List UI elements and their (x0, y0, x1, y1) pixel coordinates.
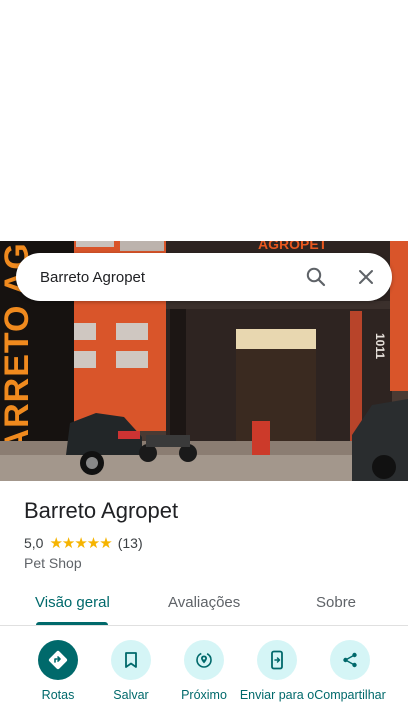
tab-about[interactable]: Sobre (316, 594, 356, 611)
blank-map-area (0, 0, 408, 241)
search-input[interactable]: Barreto Agropet (40, 269, 392, 286)
place-tabs: Visão geral Avaliações Sobre (0, 585, 408, 626)
tab-reviews[interactable]: Avaliações (168, 594, 240, 611)
search-bar[interactable]: Barreto Agropet (16, 253, 392, 301)
place-category: Pet Shop (24, 555, 82, 571)
share-button[interactable]: Compartilhar (310, 640, 390, 703)
nearby-icon (184, 640, 224, 680)
save-label: Salvar (113, 688, 149, 702)
nearby-button[interactable]: Próximo (164, 640, 244, 703)
send-to-phone-label: Enviar para o (239, 688, 315, 702)
save-button[interactable]: Salvar (91, 640, 171, 703)
send-to-phone-icon (257, 640, 297, 680)
directions-icon (38, 640, 78, 680)
place-title: Barreto Agropet (24, 498, 179, 523)
active-tab-indicator (36, 622, 108, 625)
top-sign-text: AGROPET (258, 241, 328, 252)
close-icon[interactable] (354, 265, 378, 289)
tab-overview[interactable]: Visão geral (35, 594, 110, 611)
directions-label: Rotas (41, 688, 75, 702)
share-label: Compartilhar (314, 688, 386, 702)
street-number: 1011 (373, 333, 387, 359)
star-rating-icon: ★★★★★ (49, 535, 112, 552)
rating-row[interactable]: 5,0 ★★★★★ (13) (24, 534, 143, 552)
review-count: (13) (117, 535, 143, 551)
search-icon[interactable] (304, 265, 328, 289)
send-to-phone-button[interactable]: Enviar para o (237, 640, 317, 703)
share-icon (330, 640, 370, 680)
bookmark-icon (111, 640, 151, 680)
nearby-label: Próximo (181, 688, 227, 702)
rating-value: 5,0 (24, 535, 44, 551)
directions-button[interactable]: Rotas (18, 640, 98, 703)
